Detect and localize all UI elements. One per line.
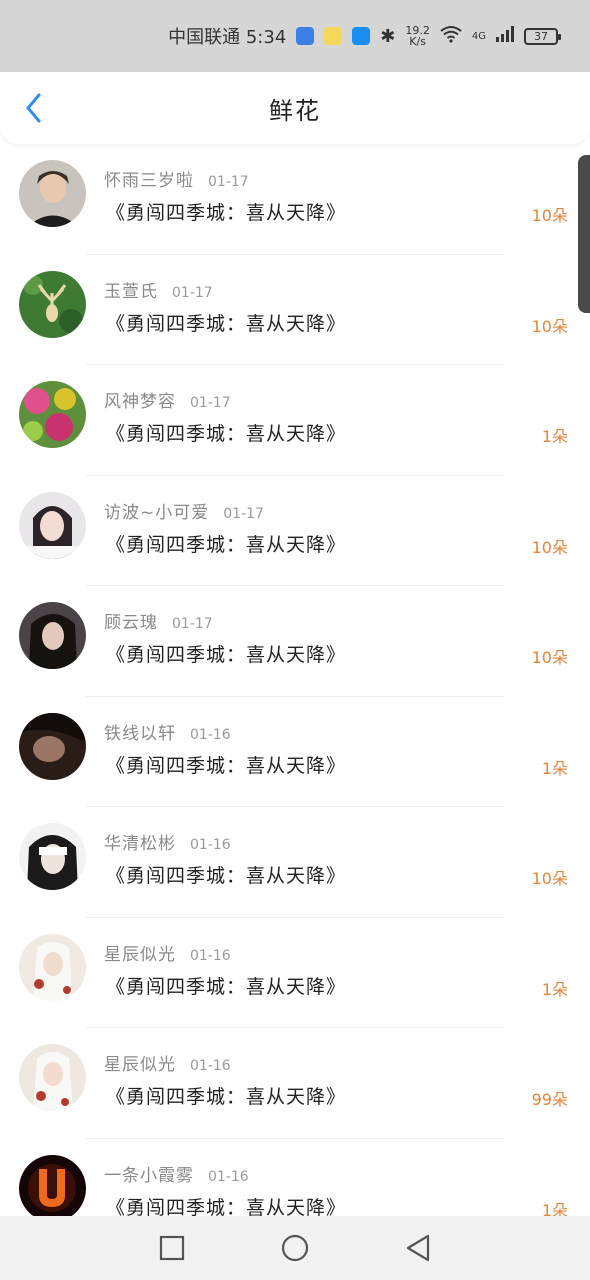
list-item[interactable]: 星辰似光 01-16 《勇闯四季城：喜从天降》 99朵 bbox=[0, 1028, 590, 1139]
battery-icon: 37 bbox=[524, 27, 561, 45]
gift-title: 《勇闯四季城：喜从天降》 bbox=[106, 975, 347, 998]
gift-title: 《勇闯四季城：喜从天降》 bbox=[106, 202, 347, 224]
gift-date: 01-17 bbox=[223, 505, 264, 522]
gift-date: 01-17 bbox=[172, 284, 213, 301]
chevron-left-icon bbox=[26, 93, 41, 123]
flower-count: 1朵 bbox=[541, 979, 568, 999]
gift-title: 《勇闯四季城：喜从天降》 bbox=[106, 1196, 347, 1217]
avatar[interactable] bbox=[19, 1154, 86, 1216]
side-drawer-handle[interactable] bbox=[578, 155, 590, 313]
avatar[interactable] bbox=[19, 712, 86, 780]
circle-icon bbox=[281, 1234, 309, 1262]
avatar[interactable] bbox=[19, 602, 86, 669]
home-button[interactable] bbox=[275, 1228, 315, 1268]
gift-title: 《勇闯四季城：喜从天降》 bbox=[106, 1086, 347, 1108]
flower-count: 10朵 bbox=[531, 316, 568, 336]
user-name: 风神梦容 bbox=[104, 392, 176, 412]
user-name: 星辰似光 bbox=[104, 944, 176, 965]
flower-count: 10朵 bbox=[531, 206, 568, 225]
user-name: 玉萱氏 bbox=[104, 281, 158, 302]
signal-icon bbox=[496, 25, 514, 47]
list-item[interactable]: 玉萱氏 01-17 《勇闯四季城：喜从天降》 10朵 bbox=[0, 255, 590, 365]
back-nav-button[interactable] bbox=[398, 1228, 438, 1268]
recent-apps-button[interactable] bbox=[152, 1228, 192, 1268]
user-name: 顾云瑰 bbox=[104, 613, 158, 633]
gift-date: 01-16 bbox=[208, 1168, 249, 1185]
user-name: 怀雨三岁啦 bbox=[104, 171, 194, 191]
flower-gift-list: 怀雨三岁啦 01-17 《勇闯四季城：喜从天降》 10朵 玉萱氏 01-17 《… bbox=[0, 144, 590, 1216]
header-bar: 鲜花 bbox=[0, 72, 590, 144]
user-name: 星辰似光 bbox=[104, 1055, 176, 1075]
gift-date: 01-16 bbox=[190, 947, 231, 964]
avatar[interactable] bbox=[19, 933, 86, 1001]
back-button[interactable] bbox=[18, 92, 48, 124]
list-item[interactable]: 怀雨三岁啦 01-17 《勇闯四季城：喜从天降》 10朵 bbox=[0, 144, 590, 255]
bluetooth-icon: ✱ bbox=[380, 25, 396, 47]
user-name: 华清松彬 bbox=[104, 834, 176, 854]
flower-count: 1朵 bbox=[541, 427, 568, 446]
gift-title: 《勇闯四季城：喜从天降》 bbox=[106, 423, 347, 445]
gift-title: 《勇闯四季城：喜从天降》 bbox=[106, 754, 347, 777]
avatar[interactable] bbox=[19, 270, 86, 338]
gift-date: 01-16 bbox=[190, 726, 231, 743]
wifi-icon bbox=[440, 25, 462, 48]
gift-date: 01-17 bbox=[190, 395, 231, 411]
user-name: 铁线以轩 bbox=[104, 723, 176, 744]
avatar[interactable] bbox=[19, 381, 86, 448]
gift-title: 《勇闯四季城：喜从天降》 bbox=[106, 644, 347, 666]
net-speed: 19.2 K/s bbox=[405, 25, 430, 47]
user-name: 访波~小可爱 bbox=[104, 502, 210, 523]
list-item[interactable]: 访波~小可爱 01-17 《勇闯四季城：喜从天降》 10朵 bbox=[0, 476, 590, 586]
list-item[interactable]: 风神梦容 01-17 《勇闯四季城：喜从天降》 1朵 bbox=[0, 365, 590, 476]
flower-count: 1朵 bbox=[541, 1200, 568, 1217]
flower-count: 10朵 bbox=[531, 648, 568, 667]
status-bar: 中国联通 5:34 ✱ 19.2 K/s 4G 37 bbox=[0, 0, 590, 72]
list-item[interactable]: 一条小霞雾 01-16 《勇闯四季城：喜从天降》 1朵 bbox=[0, 1139, 590, 1217]
net-speed-unit: K/s bbox=[409, 35, 426, 48]
music-app-icon bbox=[296, 27, 315, 45]
avatar[interactable] bbox=[19, 160, 86, 227]
user-name: 一条小霞雾 bbox=[104, 1165, 194, 1186]
page-title: 鲜花 bbox=[269, 96, 321, 125]
gift-date: 01-17 bbox=[172, 616, 213, 632]
avatar[interactable] bbox=[19, 823, 86, 890]
gift-date: 01-17 bbox=[208, 174, 249, 190]
flower-count: 10朵 bbox=[531, 537, 568, 557]
system-nav-bar bbox=[0, 1216, 590, 1280]
gift-title: 《勇闯四季城：喜从天降》 bbox=[106, 865, 347, 887]
flower-count: 1朵 bbox=[541, 758, 568, 778]
gift-date: 01-16 bbox=[190, 1058, 231, 1074]
gift-date: 01-16 bbox=[190, 837, 231, 853]
flower-count: 99朵 bbox=[531, 1090, 568, 1109]
list-item[interactable]: 华清松彬 01-16 《勇闯四季城：喜从天降》 10朵 bbox=[0, 807, 590, 918]
chat-app-icon bbox=[324, 27, 343, 45]
avatar[interactable] bbox=[19, 1044, 86, 1111]
triangle-back-icon bbox=[407, 1234, 430, 1262]
list-item[interactable]: 铁线以轩 01-16 《勇闯四季城：喜从天降》 1朵 bbox=[0, 697, 590, 807]
gift-title: 《勇闯四季城：喜从天降》 bbox=[106, 312, 347, 335]
list-item[interactable]: 星辰似光 01-16 《勇闯四季城：喜从天降》 1朵 bbox=[0, 918, 590, 1028]
avatar[interactable] bbox=[19, 491, 86, 559]
list-item[interactable]: 顾云瑰 01-17 《勇闯四季城：喜从天降》 10朵 bbox=[0, 586, 590, 697]
square-icon bbox=[159, 1235, 184, 1261]
flower-count: 10朵 bbox=[531, 869, 568, 888]
carrier-time: 中国联通 5:34 bbox=[168, 27, 287, 48]
network-type: 4G bbox=[471, 30, 486, 42]
cloud-app-icon bbox=[352, 27, 371, 45]
gift-title: 《勇闯四季城：喜从天降》 bbox=[106, 533, 347, 556]
